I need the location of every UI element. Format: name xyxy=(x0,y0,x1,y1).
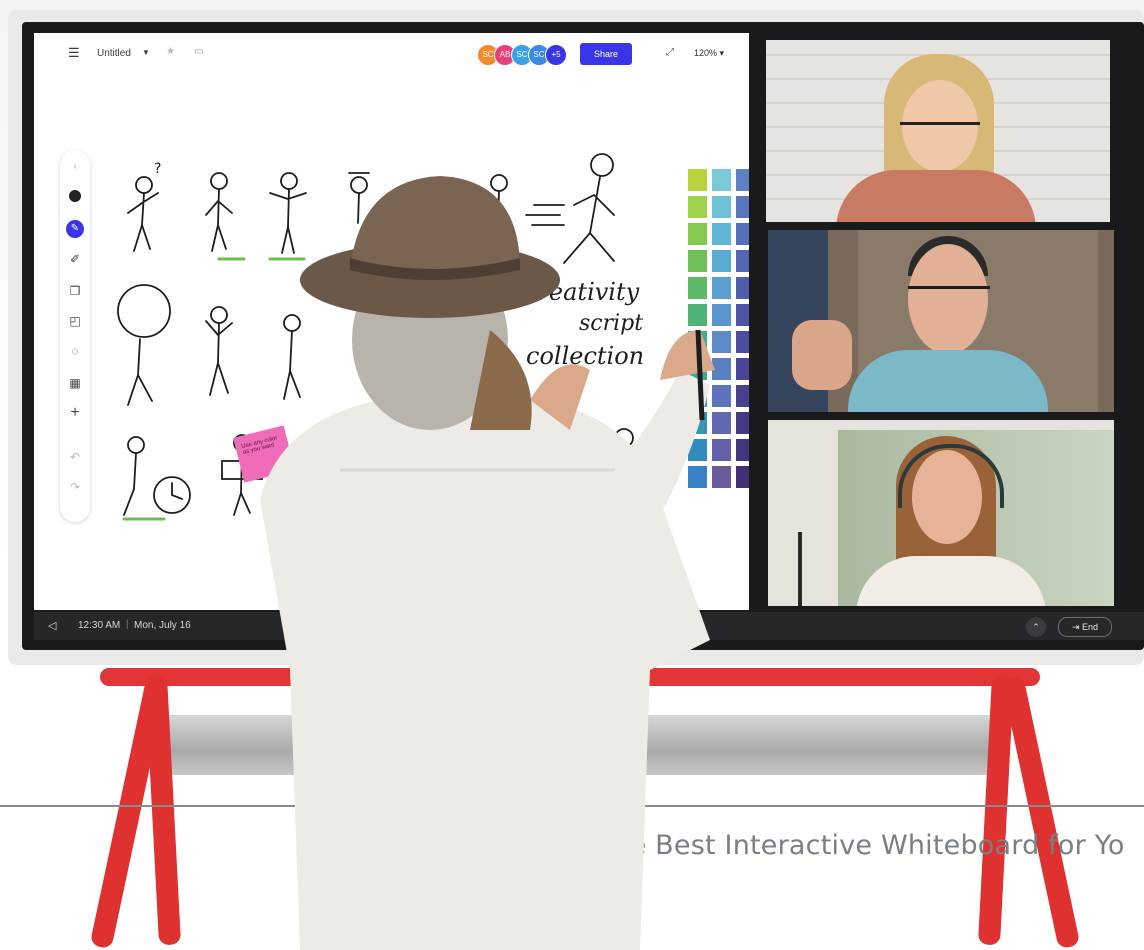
tool-rail: ‹ ✎ ✐ ❐ ◰ ◌ ▦ + ↶ ↷ xyxy=(60,150,90,522)
folder-icon[interactable]: ▭ xyxy=(194,46,203,57)
man-in-hat xyxy=(260,176,715,950)
share-button[interactable]: Share xyxy=(580,43,632,65)
video-tile-participant-2[interactable] xyxy=(768,230,1114,412)
avatar-overflow[interactable]: +5 xyxy=(545,44,567,66)
copy-icon[interactable]: ❐ xyxy=(60,280,90,302)
collapse-icon[interactable]: ‹ xyxy=(60,156,90,178)
star-icon[interactable]: ★ xyxy=(166,46,175,57)
zoom-control[interactable]: 120% ▾ xyxy=(694,48,724,59)
whiteboard-topbar: ☰ Untitled ▼ ★ ▭ SC AB SC SC +5 Share ⤢ … xyxy=(34,33,749,73)
glasses-icon xyxy=(900,122,980,145)
redo-icon[interactable]: ↷ xyxy=(60,476,90,498)
clock-date: Mon, July 16 xyxy=(134,620,191,631)
video-tile-participant-3[interactable] xyxy=(768,420,1114,606)
floor-lamp xyxy=(798,532,802,606)
participant-shirt xyxy=(848,350,1048,412)
svg-text:?: ? xyxy=(154,161,161,177)
add-icon[interactable]: + xyxy=(60,402,90,424)
participant-sweater xyxy=(836,170,1036,222)
exit-icon: ⇥ xyxy=(1071,622,1080,632)
eraser-icon[interactable]: ✐ xyxy=(60,248,90,270)
clock-time: 12:30 AM xyxy=(78,620,121,631)
pen-icon[interactable]: ✎ xyxy=(60,216,90,238)
document-title[interactable]: Untitled xyxy=(97,48,131,59)
chevron-down-icon[interactable]: ▼ xyxy=(142,48,150,57)
participant-hand xyxy=(792,320,852,390)
color-dot-icon[interactable] xyxy=(60,184,90,206)
shapes-icon[interactable]: ◰ xyxy=(60,310,90,332)
back-icon[interactable]: ◁ xyxy=(48,619,56,632)
menu-icon[interactable]: ☰ xyxy=(68,45,80,61)
zoom-level: 120% xyxy=(694,48,718,58)
video-tile-participant-1[interactable] xyxy=(766,40,1110,222)
glasses-icon xyxy=(908,286,990,307)
separator: | xyxy=(126,619,129,630)
lasso-icon[interactable]: ◌ xyxy=(60,340,90,362)
pattern-icon[interactable]: ▦ xyxy=(60,372,90,394)
end-call-button[interactable]: ⇥ End xyxy=(1058,617,1112,637)
chevron-up-icon[interactable]: ⌃ xyxy=(1026,617,1046,637)
fullscreen-icon[interactable]: ⤢ xyxy=(666,47,674,58)
undo-icon[interactable]: ↶ xyxy=(60,446,90,468)
end-label: End xyxy=(1082,622,1099,632)
